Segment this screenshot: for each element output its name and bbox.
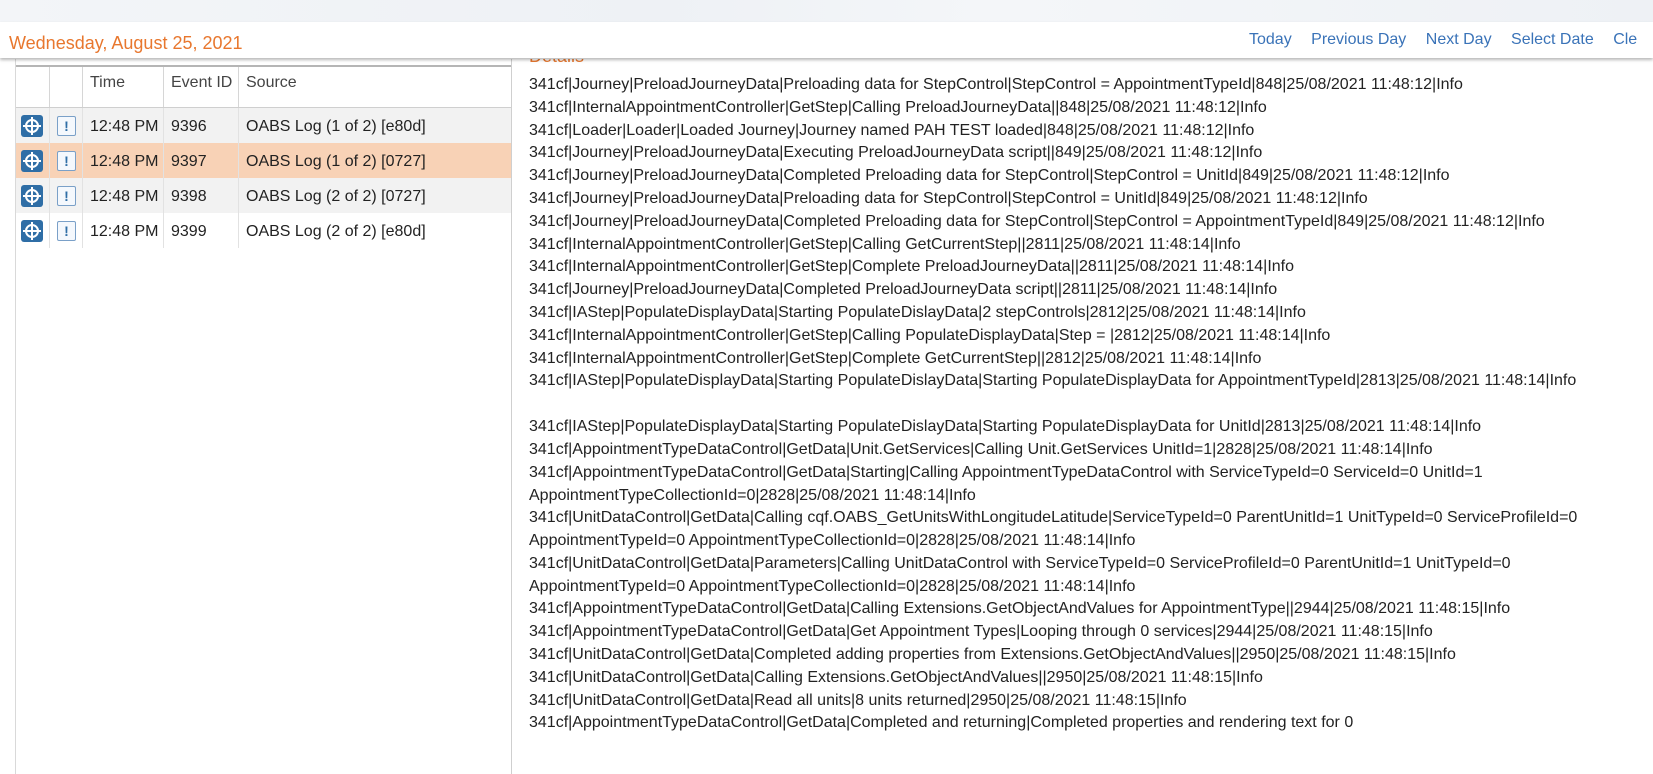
log-line: 341cf|AppointmentTypeDataControl|GetData… <box>529 600 1511 618</box>
target-icon[interactable] <box>21 115 43 137</box>
row-event-id: 9397 <box>164 143 239 178</box>
log-line: 341cf|UnitDataControl|GetData|Calling Ex… <box>529 668 1263 686</box>
log-line: 341cf|Journey|PreloadJourneyData|Executi… <box>529 144 1263 162</box>
row-icon-cell <box>16 213 50 248</box>
log-line: 341cf|InternalAppointmentController|GetS… <box>529 98 1267 116</box>
row-event-id: 9396 <box>164 108 239 143</box>
details-heading: Details <box>529 59 584 67</box>
log-line: 341cf|AppointmentTypeDataControl|GetData… <box>529 714 1354 732</box>
row-source: OABS Log (1 of 2) [0727] <box>246 153 426 170</box>
log-line: 341cf|Journey|PreloadJourneyData|Complet… <box>529 212 1545 230</box>
row-info-cell: ! <box>50 108 83 143</box>
log-line: 341cf|InternalAppointmentController|GetS… <box>529 326 1331 344</box>
target-icon[interactable] <box>21 150 43 172</box>
header-icon-column-2 <box>50 67 83 107</box>
row-info-cell: ! <box>50 178 83 213</box>
header-source[interactable]: Source <box>239 67 513 107</box>
row-time: 12:48 PM <box>83 213 164 248</box>
row-source: OABS Log (2 of 2) [0727] <box>246 188 426 205</box>
row-info-cell: ! <box>50 143 83 178</box>
previous-day-link[interactable]: Previous Day <box>1311 31 1406 48</box>
info-icon[interactable]: ! <box>57 116 76 136</box>
log-line: 341cf|Journey|PreloadJourneyData|Complet… <box>529 281 1278 299</box>
info-icon[interactable]: ! <box>57 221 76 241</box>
row-icon-cell <box>16 178 50 213</box>
date-nav: Today Previous Day Next Day Select Date … <box>1249 31 1652 49</box>
log-line: 341cf|IAStep|PopulateDisplayData|Startin… <box>529 304 1306 321</box>
events-panel: Time Event ID Source ! 12:48 PM 9396 OABS L… <box>15 59 516 774</box>
row-time: 12:48 PM <box>83 108 164 143</box>
log-line: 341cf|InternalAppointmentController|GetS… <box>529 349 1262 367</box>
info-icon[interactable]: ! <box>57 186 76 206</box>
next-day-link[interactable]: Next Day <box>1426 31 1492 48</box>
row-source: OABS Log (2 of 2) [e80d] <box>246 223 426 240</box>
log-line: 341cf|Journey|PreloadJourneyData|Preload… <box>529 190 1368 207</box>
header-icon-column-1 <box>16 67 50 107</box>
row-info-cell: ! <box>50 213 83 248</box>
table-row[interactable]: ! 12:48 PM 9398 OABS Log (2 of 2) [0727] <box>16 178 513 213</box>
target-icon-crossbar <box>23 125 41 127</box>
target-icon-crossbar <box>23 160 41 162</box>
table-row[interactable]: ! 12:48 PM 9396 OABS Log (1 of 2) [e80d] <box>16 108 513 143</box>
details-panel: Details 341cf|Journey|PreloadJourneyData… <box>511 59 1653 774</box>
log-line: 341cf|UnitDataControl|GetData|Completed … <box>529 646 1456 663</box>
info-icon[interactable]: ! <box>57 151 76 171</box>
log-line: 341cf|AppointmentTypeDataControl|GetData… <box>529 623 1433 641</box>
log-line: 341cf|AppointmentTypeDataControl|GetData… <box>529 463 1483 504</box>
target-icon-crossbar <box>23 195 41 197</box>
log-line: 341cf|AppointmentTypeDataControl|GetData… <box>529 440 1433 458</box>
table-row[interactable]: ! 12:48 PM 9397 OABS Log (1 of 2) [0727] <box>16 143 513 178</box>
window-top-strip <box>0 0 1653 23</box>
select-date-link[interactable]: Select Date <box>1511 31 1594 48</box>
header-time[interactable]: Time <box>83 67 164 107</box>
table-row[interactable]: ! 12:48 PM 9399 OABS Log (2 of 2) [e80d] <box>16 213 513 248</box>
log-line: 341cf|Journey|PreloadJourneyData|Complet… <box>529 167 1450 185</box>
log-line: 341cf|Loader|Loader|Loaded Journey|Journ… <box>529 121 1255 139</box>
row-event-id: 9398 <box>164 178 239 213</box>
log-line: 341cf|Journey|PreloadJourneyData|Preload… <box>529 76 1463 93</box>
clear-link[interactable]: Cle <box>1613 31 1637 48</box>
log-line: 341cf|InternalAppointmentController|GetS… <box>529 235 1241 253</box>
row-time: 12:48 PM <box>83 143 164 178</box>
log-line: 341cf|InternalAppointmentController|GetS… <box>529 258 1294 276</box>
today-link[interactable]: Today <box>1249 31 1292 48</box>
events-table-header: Time Event ID Source <box>16 65 513 108</box>
row-event-id: 9399 <box>164 213 239 248</box>
log-line: 341cf|UnitDataControl|GetData|Read all u… <box>529 691 1187 709</box>
log-line: 341cf|UnitDataControl|GetData|Calling cq… <box>529 509 1578 550</box>
target-icon-crossbar <box>23 230 41 232</box>
header-event-id[interactable]: Event ID <box>164 67 239 107</box>
date-toolbar: Wednesday, August 25, 2021 Today Previou… <box>0 22 1653 58</box>
target-icon[interactable] <box>21 220 43 242</box>
log-line: 341cf|IAStep|PopulateDisplayData|Startin… <box>529 418 1482 435</box>
log-line: 341cf|IAStep|PopulateDisplayData|Startin… <box>529 372 1577 390</box>
current-date-title: Wednesday, August 25, 2021 <box>9 33 243 53</box>
row-icon-cell <box>16 143 50 178</box>
log-line: 341cf|UnitDataControl|GetData|Parameters… <box>529 554 1511 595</box>
target-icon[interactable] <box>21 185 43 207</box>
row-time: 12:48 PM <box>83 178 164 213</box>
row-source: OABS Log (1 of 2) [e80d] <box>246 118 426 135</box>
row-icon-cell <box>16 108 50 143</box>
